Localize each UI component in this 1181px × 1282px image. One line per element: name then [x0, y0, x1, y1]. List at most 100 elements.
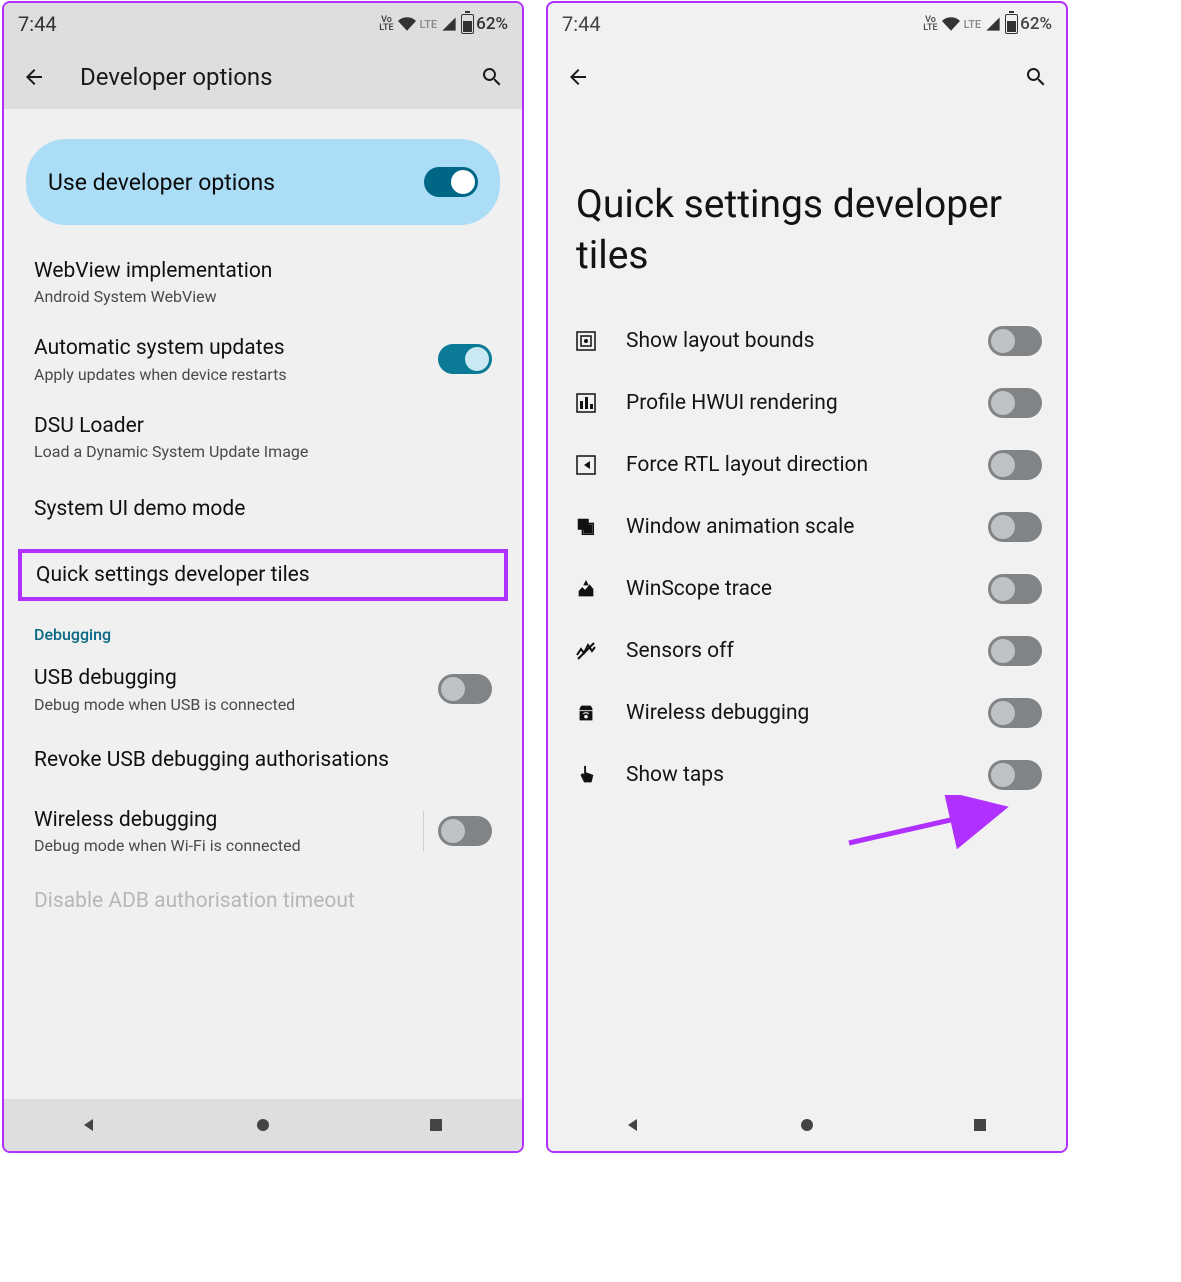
hwui-icon [572, 391, 600, 415]
clock: 7:44 [18, 12, 57, 36]
nav-home-icon[interactable] [795, 1113, 819, 1137]
tile-switch-anim[interactable] [988, 512, 1042, 542]
search-icon[interactable] [480, 65, 504, 89]
layout-bounds-icon [572, 329, 600, 353]
section-debugging: Debugging [4, 607, 522, 650]
nav-recents-icon[interactable] [968, 1113, 992, 1137]
row-title: Automatic system updates [34, 334, 438, 362]
volte-icon: Vo LTE [379, 16, 393, 32]
tile-anim[interactable]: Window animation scale [548, 496, 1066, 558]
tile-label: Force RTL layout direction [626, 453, 962, 477]
row-subtitle: Debug mode when Wi-Fi is connected [34, 836, 409, 855]
tile-label: Show layout bounds [626, 329, 962, 353]
battery-icon: 62% [461, 14, 508, 34]
anim-icon [572, 516, 600, 538]
tile-sensors[interactable]: Sensors off [548, 620, 1066, 682]
nav-back-icon[interactable] [78, 1113, 102, 1137]
wireless-icon [572, 702, 600, 724]
tile-switch-winscope[interactable] [988, 574, 1042, 604]
winscope-icon [572, 578, 600, 600]
master-switch-label: Use developer options [48, 169, 275, 196]
status-icons: Vo LTE LTE 62% [923, 14, 1052, 34]
battery-icon: 62% [1005, 14, 1052, 34]
nav-bar [4, 1099, 522, 1151]
app-header: Developer options [4, 45, 522, 109]
tile-switch-layout-bounds[interactable] [988, 326, 1042, 356]
row-revoke-usb[interactable]: Revoke USB debugging authorisations [4, 728, 522, 792]
tile-winscope[interactable]: WinScope trace [548, 558, 1066, 620]
nav-back-icon[interactable] [622, 1113, 646, 1137]
tile-label: Wireless debugging [626, 701, 962, 725]
master-switch-card[interactable]: Use developer options [26, 139, 500, 225]
tile-switch-taps[interactable] [988, 760, 1042, 790]
tile-rtl[interactable]: Force RTL layout direction [548, 434, 1066, 496]
phone-right: 7:44 Vo LTE LTE 62% Quick settings devel… [546, 1, 1068, 1153]
app-header [548, 45, 1066, 109]
tile-switch-hwui[interactable] [988, 388, 1042, 418]
tile-switch-wireless[interactable] [988, 698, 1042, 728]
volte-icon: Vo LTE [923, 16, 937, 32]
row-usb-debugging[interactable]: USB debugging Debug mode when USB is con… [4, 650, 522, 727]
row-title: Wireless debugging [34, 806, 409, 834]
row-title: Revoke USB debugging authorisations [34, 746, 492, 774]
signal-icon [985, 16, 1001, 32]
row-title: System UI demo mode [34, 495, 492, 523]
tile-wireless[interactable]: Wireless debugging [548, 682, 1066, 744]
status-icons: Vo LTE LTE 62% [379, 14, 508, 34]
tile-label: Show taps [626, 763, 962, 787]
sensors-icon [572, 639, 600, 663]
row-disable-adb[interactable]: Disable ADB authorisation timeout [4, 869, 522, 929]
usb-debugging-switch[interactable] [438, 674, 492, 704]
wifi-icon [398, 15, 416, 33]
nav-bar [548, 1099, 1066, 1151]
status-bar: 7:44 Vo LTE LTE 62% [4, 3, 522, 45]
row-title: Disable ADB authorisation timeout [34, 887, 492, 915]
row-subtitle: Android System WebView [34, 287, 492, 306]
page-title: Quick settings developer tiles [548, 109, 1066, 310]
row-subtitle: Debug mode when USB is connected [34, 695, 438, 714]
tile-taps[interactable]: Show taps [548, 744, 1066, 806]
tile-switch-sensors[interactable] [988, 636, 1042, 666]
back-icon[interactable] [22, 65, 46, 89]
tile-label: Window animation scale [626, 515, 962, 539]
lte-icon: LTE [420, 18, 438, 31]
nav-home-icon[interactable] [251, 1113, 275, 1137]
auto-updates-switch[interactable] [438, 344, 492, 374]
master-switch[interactable] [424, 167, 478, 197]
content: Use developer options WebView implementa… [4, 109, 522, 1099]
tile-switch-rtl[interactable] [988, 450, 1042, 480]
wifi-icon [942, 15, 960, 33]
row-title: USB debugging [34, 664, 438, 692]
row-title: Quick settings developer tiles [36, 563, 490, 587]
signal-icon [441, 16, 457, 32]
battery-pct: 62% [476, 14, 508, 34]
taps-icon [572, 764, 600, 786]
row-title: DSU Loader [34, 412, 492, 440]
content: Quick settings developer tiles Show layo… [548, 109, 1066, 1099]
tile-label: Profile HWUI rendering [626, 391, 962, 415]
row-auto-updates[interactable]: Automatic system updates Apply updates w… [4, 320, 522, 397]
rtl-icon [572, 453, 600, 477]
phone-left: 7:44 Vo LTE LTE 62% Developer options Us [2, 1, 524, 1153]
lte-icon: LTE [964, 18, 982, 31]
page-title: Developer options [80, 63, 480, 91]
clock: 7:44 [562, 12, 601, 36]
nav-recents-icon[interactable] [424, 1113, 448, 1137]
wireless-debugging-switch[interactable] [438, 816, 492, 846]
search-icon[interactable] [1024, 65, 1048, 89]
row-webview[interactable]: WebView implementation Android System We… [4, 243, 522, 320]
row-quick-settings-tiles[interactable]: Quick settings developer tiles [18, 549, 508, 601]
battery-pct: 62% [1020, 14, 1052, 34]
row-title: WebView implementation [34, 257, 492, 285]
row-demo[interactable]: System UI demo mode [4, 475, 522, 543]
tile-label: Sensors off [626, 639, 962, 663]
row-dsu[interactable]: DSU Loader Load a Dynamic System Update … [4, 398, 522, 475]
tile-layout-bounds[interactable]: Show layout bounds [548, 310, 1066, 372]
row-subtitle: Apply updates when device restarts [34, 365, 438, 384]
row-subtitle: Load a Dynamic System Update Image [34, 442, 492, 461]
back-icon[interactable] [566, 65, 590, 89]
status-bar: 7:44 Vo LTE LTE 62% [548, 3, 1066, 45]
divider [423, 811, 424, 851]
tile-hwui[interactable]: Profile HWUI rendering [548, 372, 1066, 434]
row-wireless-debugging[interactable]: Wireless debugging Debug mode when Wi-Fi… [4, 792, 522, 869]
